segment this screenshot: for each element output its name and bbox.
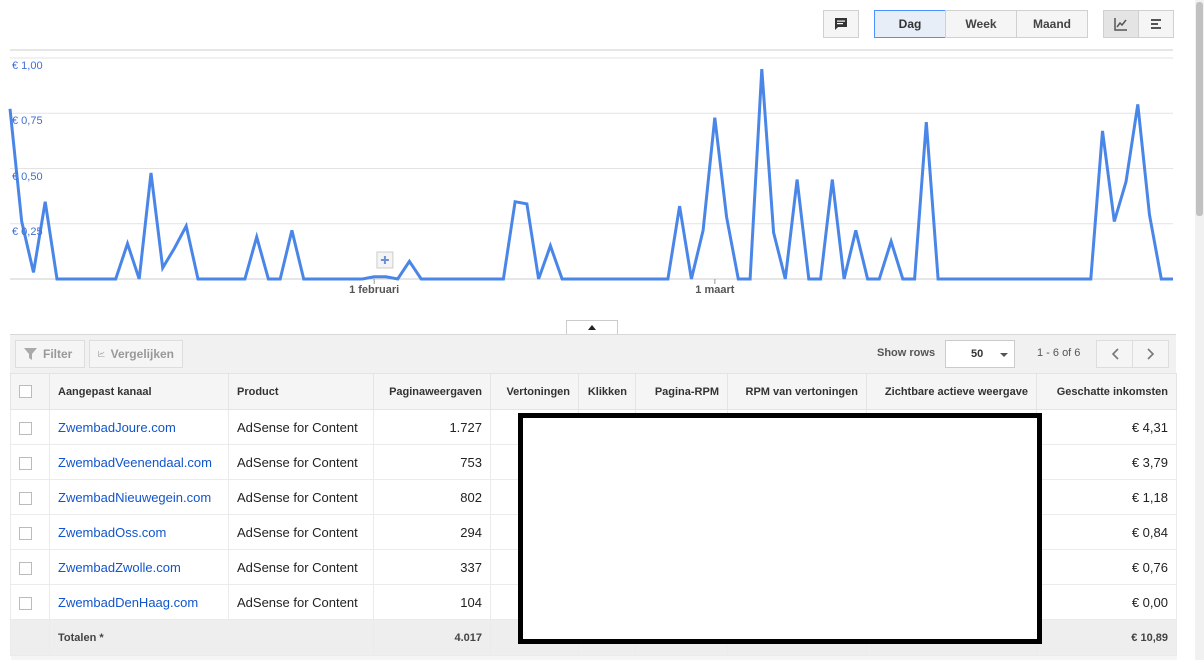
row-select-cell bbox=[10, 444, 50, 480]
header-kanaal[interactable]: Aangepast kanaal bbox=[49, 373, 229, 410]
page-scrollbar[interactable] bbox=[1195, 0, 1204, 660]
compare-button[interactable]: Vergelijken bbox=[89, 340, 183, 368]
redaction-box bbox=[518, 413, 1042, 644]
product-cell: AdSense for Content bbox=[228, 444, 374, 480]
earnings-cell: € 0,84 bbox=[1036, 514, 1177, 550]
chevron-right-icon bbox=[1146, 348, 1154, 360]
row-checkbox[interactable] bbox=[19, 421, 32, 435]
row-checkbox[interactable] bbox=[19, 596, 32, 610]
header-vertoningen[interactable]: Vertoningen bbox=[490, 373, 579, 410]
channel-link[interactable]: ZwembadZwolle.com bbox=[58, 560, 181, 575]
next-page-button[interactable] bbox=[1132, 340, 1169, 368]
header-klikken[interactable]: Klikken bbox=[578, 373, 636, 410]
header-zichtbare-weergave[interactable]: Zichtbare actieve weergave bbox=[866, 373, 1037, 410]
previous-page-button[interactable] bbox=[1096, 340, 1133, 368]
table-footer-strip bbox=[10, 655, 1177, 660]
header-inkomsten[interactable]: Geschatte inkomsten bbox=[1036, 373, 1177, 410]
filter-button[interactable]: Filter bbox=[15, 340, 85, 368]
filter-label: Filter bbox=[43, 347, 73, 361]
compare-label: Vergelijken bbox=[110, 347, 174, 361]
row-checkbox[interactable] bbox=[19, 526, 32, 540]
channel-cell: ZwembadOss.com bbox=[49, 514, 229, 550]
totals-earnings: € 10,89 bbox=[1036, 619, 1177, 656]
row-checkbox[interactable] bbox=[19, 456, 32, 470]
row-select-cell bbox=[10, 549, 50, 585]
row-select-cell bbox=[10, 514, 50, 550]
pageviews-cell: 294 bbox=[373, 514, 491, 550]
earnings-line-chart bbox=[8, 49, 1173, 284]
caret-up-icon bbox=[588, 325, 596, 330]
earnings-cell: € 4,31 bbox=[1036, 409, 1177, 445]
row-checkbox[interactable] bbox=[19, 561, 32, 575]
channel-cell: ZwembadZwolle.com bbox=[49, 549, 229, 585]
compare-chart-icon bbox=[98, 350, 105, 357]
x-tick-label: 1 maart bbox=[695, 284, 735, 296]
select-all-checkbox[interactable] bbox=[19, 385, 32, 398]
pageviews-cell: 1.727 bbox=[373, 409, 491, 445]
row-select-cell bbox=[10, 479, 50, 515]
header-rpm-vertoningen[interactable]: RPM van vertoningen bbox=[727, 373, 867, 410]
chevron-down-icon bbox=[1000, 353, 1008, 357]
channel-link[interactable]: ZwembadDenHaag.com bbox=[58, 595, 198, 610]
show-rows-label: Show rows bbox=[877, 347, 936, 359]
row-checkbox[interactable] bbox=[19, 491, 32, 505]
product-cell: AdSense for Content bbox=[228, 479, 374, 515]
row-select-cell bbox=[10, 584, 50, 620]
pageviews-cell: 104 bbox=[373, 584, 491, 620]
chevron-left-icon bbox=[1111, 348, 1119, 360]
header-pagina-rpm[interactable]: Pagina-RPM bbox=[635, 373, 728, 410]
scrollbar-thumb[interactable] bbox=[1196, 2, 1203, 216]
header-paginaweergaven[interactable]: Paginaweergaven bbox=[373, 373, 491, 410]
channel-cell: ZwembadVeenendaal.com bbox=[49, 444, 229, 480]
channel-link[interactable]: ZwembadVeenendaal.com bbox=[58, 455, 212, 470]
x-tick-label: 1 februari bbox=[349, 284, 400, 296]
y-tick-label: € 1,00 bbox=[12, 60, 43, 72]
page-info: 1 - 6 of 6 bbox=[1037, 347, 1081, 359]
channel-link[interactable]: ZwembadOss.com bbox=[58, 525, 166, 540]
funnel-icon bbox=[24, 348, 37, 360]
totals-label: Totalen * bbox=[49, 619, 374, 656]
totals-spacer bbox=[10, 619, 50, 656]
earnings-series-line bbox=[8, 68, 1173, 281]
earnings-cell: € 0,00 bbox=[1036, 584, 1177, 620]
pageviews-cell: 337 bbox=[373, 549, 491, 585]
totals-pageviews: 4.017 bbox=[373, 619, 491, 656]
y-tick-label: € 0,50 bbox=[12, 170, 43, 183]
pageviews-cell: 802 bbox=[373, 479, 491, 515]
channel-cell: ZwembadDenHaag.com bbox=[49, 584, 229, 620]
earnings-cell: € 3,79 bbox=[1036, 444, 1177, 480]
select-all-cell bbox=[10, 373, 50, 410]
channel-cell: ZwembadJoure.com bbox=[49, 409, 229, 445]
collapse-chart-toggle[interactable] bbox=[566, 320, 618, 334]
table-toolbar: Filter Vergelijken Show rows 50 1 - 6 of… bbox=[10, 334, 1176, 373]
y-tick-label: € 0,75 bbox=[12, 115, 43, 128]
product-cell: AdSense for Content bbox=[228, 409, 374, 445]
channel-cell: ZwembadNieuwegein.com bbox=[49, 479, 229, 515]
footer-strip-cell bbox=[10, 655, 1177, 660]
y-tick-label: € 0,25 bbox=[12, 225, 43, 238]
channel-link[interactable]: ZwembadNieuwegein.com bbox=[58, 490, 211, 505]
pageviews-cell: 753 bbox=[373, 444, 491, 480]
product-cell: AdSense for Content bbox=[228, 584, 374, 620]
rows-value: 50 bbox=[971, 348, 984, 360]
product-cell: AdSense for Content bbox=[228, 514, 374, 550]
add-annotation-icon[interactable] bbox=[376, 251, 394, 269]
header-product[interactable]: Product bbox=[228, 373, 374, 410]
earnings-cell: € 0,76 bbox=[1036, 549, 1177, 585]
channel-link[interactable]: ZwembadJoure.com bbox=[58, 420, 176, 435]
row-select-cell bbox=[10, 409, 50, 445]
earnings-cell: € 1,18 bbox=[1036, 479, 1177, 515]
product-cell: AdSense for Content bbox=[228, 549, 374, 585]
table-header-row: Aangepast kanaal Product Paginaweergaven… bbox=[10, 373, 1177, 410]
rows-per-page-select[interactable]: 50 bbox=[945, 340, 1015, 368]
